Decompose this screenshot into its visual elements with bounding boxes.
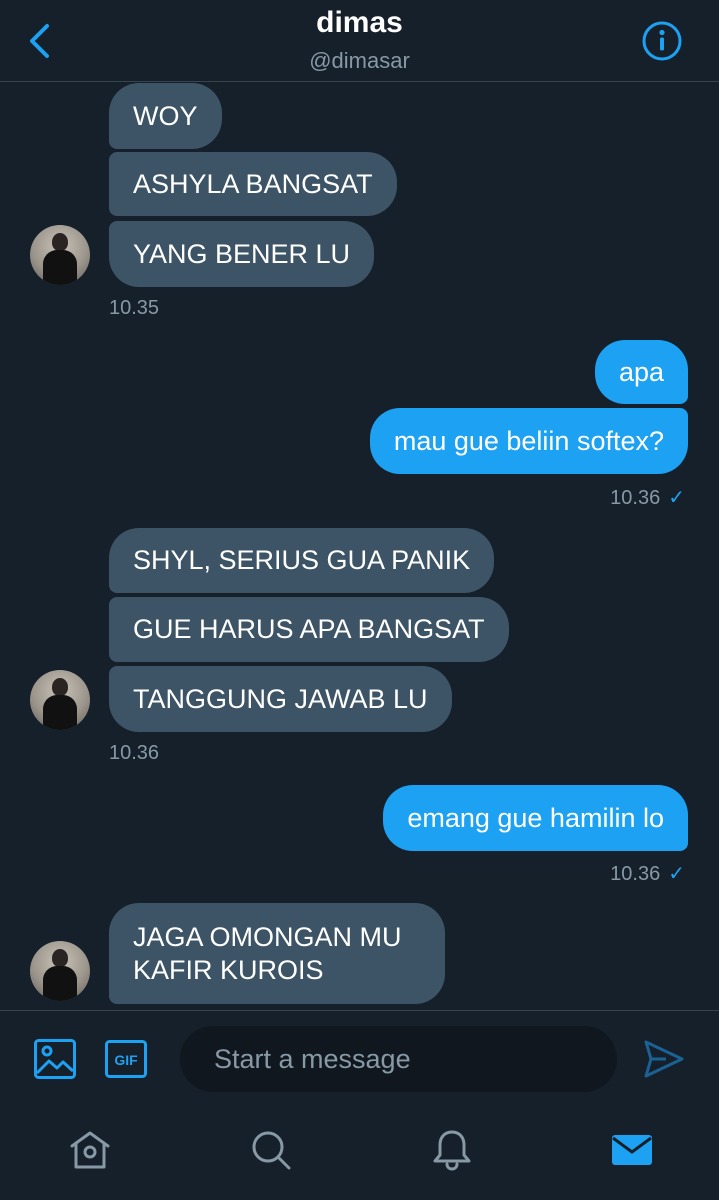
received-message[interactable]: SHYL, SERIUS GUA PANIK bbox=[109, 528, 495, 593]
sent-message[interactable]: emang gue hamilin lo bbox=[383, 785, 688, 851]
contact-avatar[interactable] bbox=[30, 941, 90, 1001]
read-check-icon: ✓ bbox=[668, 487, 685, 509]
gif-icon: GIF bbox=[105, 1040, 147, 1078]
sent-message[interactable]: mau gue beliin softex? bbox=[369, 408, 688, 474]
message-timestamp: 10.36 ✓ bbox=[610, 861, 685, 886]
tab-home[interactable] bbox=[68, 1128, 112, 1172]
message-text: emang gue hamilin lo bbox=[407, 802, 664, 833]
message-text: YANG BENER LU bbox=[133, 238, 351, 269]
received-message[interactable]: GUE HARUS APA BANGSAT bbox=[109, 597, 509, 662]
message-composer: GIF bbox=[0, 1010, 719, 1106]
info-icon bbox=[642, 21, 682, 61]
timestamp-text: 10.36 bbox=[610, 487, 661, 509]
conversation-header: dimas @dimasar bbox=[0, 0, 719, 82]
message-text: JAGA OMONGAN MU KAFIR KUROIS bbox=[133, 922, 402, 985]
read-check-icon: ✓ bbox=[668, 863, 685, 885]
bottom-tab-bar bbox=[0, 1106, 719, 1200]
message-text: apa bbox=[618, 356, 664, 387]
timestamp-text: 10.36 bbox=[610, 863, 661, 885]
message-timestamp: 10.35 bbox=[109, 297, 160, 319]
home-icon bbox=[70, 1131, 110, 1169]
message-text: WOY bbox=[133, 100, 198, 131]
contact-handle: @dimasar bbox=[309, 48, 410, 73]
mail-icon bbox=[612, 1135, 652, 1165]
gif-label: GIF bbox=[114, 1052, 138, 1068]
received-message[interactable]: TANGGUNG JAWAB LU bbox=[109, 666, 452, 732]
contact-avatar[interactable] bbox=[30, 225, 90, 285]
message-text: SHYL, SERIUS GUA PANIK bbox=[133, 545, 471, 575]
image-icon bbox=[34, 1039, 76, 1079]
send-button[interactable] bbox=[642, 1037, 686, 1081]
contact-name[interactable]: dimas bbox=[0, 6, 719, 40]
message-text: GUE HARUS APA BANGSAT bbox=[133, 614, 485, 644]
tab-notifications[interactable] bbox=[430, 1128, 474, 1172]
message-input[interactable] bbox=[180, 1026, 617, 1092]
tab-search[interactable] bbox=[249, 1128, 293, 1172]
add-gif-button[interactable]: GIF bbox=[104, 1037, 148, 1081]
contact-avatar[interactable] bbox=[30, 670, 90, 730]
bell-icon bbox=[433, 1130, 471, 1171]
message-list[interactable]: WOY ASHYLA BANGSAT YANG BENER LU 10.35 a… bbox=[0, 83, 719, 1009]
received-message[interactable]: JAGA OMONGAN MU KAFIR KUROIS bbox=[109, 903, 445, 1004]
search-icon bbox=[252, 1131, 291, 1170]
received-message[interactable]: WOY bbox=[109, 83, 222, 149]
message-timestamp: 10.36 bbox=[109, 742, 160, 764]
tab-messages[interactable] bbox=[610, 1128, 654, 1172]
message-text: ASHYLA BANGSAT bbox=[133, 168, 373, 199]
received-message[interactable]: ASHYLA BANGSAT bbox=[109, 152, 397, 216]
send-icon bbox=[644, 1040, 684, 1078]
message-text: TANGGUNG JAWAB LU bbox=[133, 683, 428, 714]
received-message[interactable]: YANG BENER LU bbox=[109, 221, 375, 287]
message-text: mau gue beliin softex? bbox=[393, 425, 664, 456]
message-timestamp: 10.36 ✓ bbox=[610, 485, 685, 510]
conversation-info-button[interactable] bbox=[641, 20, 683, 62]
add-photo-button[interactable] bbox=[33, 1037, 77, 1081]
sent-message[interactable]: apa bbox=[594, 340, 688, 404]
